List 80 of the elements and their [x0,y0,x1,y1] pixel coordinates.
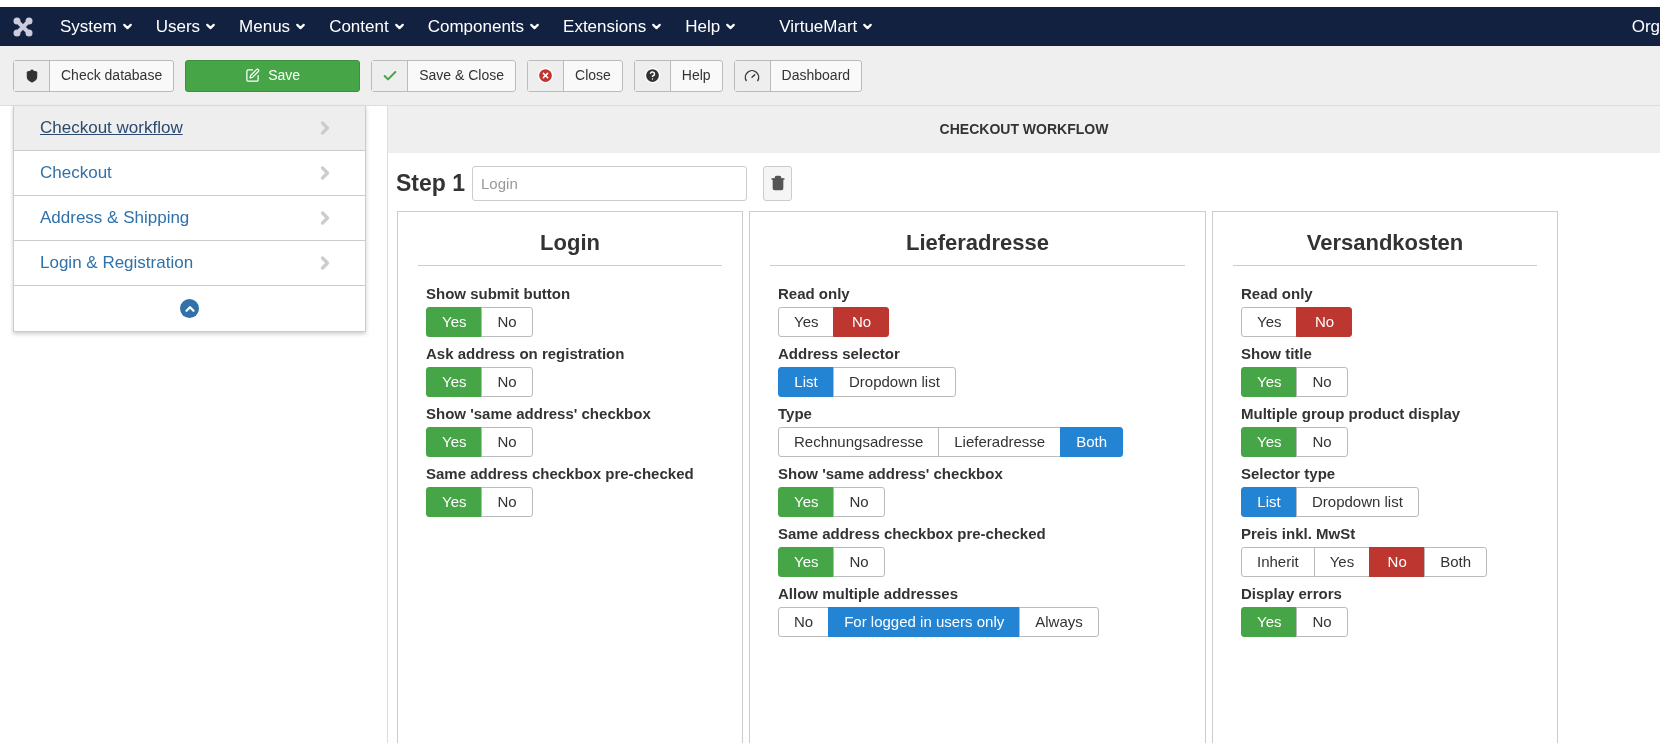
toggle-option[interactable]: No [778,607,830,637]
shield-icon [24,68,39,83]
nav-menu[interactable]: Users [155,13,218,40]
sidebar-link[interactable]: Checkout [40,160,112,186]
field-label: Multiple group product display [1241,405,1462,423]
step-label: Step 1 [396,168,466,198]
logo-icon [12,15,34,38]
toggle-option[interactable]: No [481,367,533,397]
toggle-option[interactable]: For logged in users only [828,607,1021,637]
sidebar-item[interactable]: Checkout [14,151,365,196]
help-icon [643,67,661,84]
section-header: CHECKOUT WORKFLOW [388,106,1660,153]
field-label: Address selector [778,345,901,363]
toggle-option[interactable]: Dropdown list [1296,487,1419,517]
toggle-option[interactable]: No [1296,307,1353,337]
sidebar-link[interactable]: Address & Shipping [40,205,190,231]
toggle-option[interactable]: No [1296,427,1348,457]
toggle-option[interactable]: No [1369,547,1426,577]
toolbar-button[interactable]: Save & Close [371,59,516,92]
panel-title: Lieferadresse [770,212,1185,266]
trash-icon [769,175,786,191]
toggle-option[interactable]: Yes [1241,307,1298,337]
nav-right-text[interactable]: Org [1631,13,1660,40]
close-icon [537,67,554,84]
toggle-option[interactable]: No [833,547,885,577]
nav-menu[interactable]: Components [427,13,542,40]
toggle-option[interactable]: No [1296,367,1348,397]
toggle-option[interactable]: Both [1060,427,1123,457]
toggle-option[interactable]: Yes [1313,547,1371,577]
toggle-option[interactable]: No [481,487,533,517]
toggle-option[interactable]: Inherit [1241,547,1315,577]
field-label: Show submit button [426,285,572,303]
toggle-option[interactable]: List [778,367,834,397]
toggle-option[interactable]: No [481,427,533,457]
field-label: Preis inkl. MwSt [1241,525,1357,543]
field-label: Type [778,405,813,423]
toggle-option[interactable]: No [833,307,890,337]
toolbar-button[interactable]: Dashboard [733,59,863,92]
toggle-option[interactable]: Both [1424,547,1488,577]
gauge-icon [744,67,761,84]
toggle-option[interactable]: No [481,307,533,337]
sidebar-item[interactable]: Checkout workflow [14,106,365,151]
toggle-option[interactable]: Lieferadresse [938,427,1062,457]
nav-menu[interactable]: Content [329,13,406,40]
field-label: Same address checkbox pre-checked [426,465,695,483]
field-label: Show title [1241,345,1313,363]
field-label: Same address checkbox pre-checked [778,525,1047,543]
sidebar-item[interactable]: Login & Registration [14,241,365,286]
field-label: Selector type [1241,465,1337,483]
toggle-option[interactable]: Always [1019,607,1099,637]
toggle-option[interactable]: No [833,487,885,517]
panel-title: Login [418,212,722,266]
toolbar-button[interactable]: Help [633,59,723,92]
toolbar-button[interactable]: Close [527,59,623,92]
edit-icon [245,68,261,83]
field-label: Show 'same address' checkbox [778,465,1004,483]
step-name-field[interactable]: Login [472,165,748,201]
field-label: Show 'same address' checkbox [426,405,652,423]
field-label: Display errors [1241,585,1343,603]
field-label: Read only [1241,285,1314,303]
sidebar-link[interactable]: Checkout workflow [40,115,183,141]
field-label: Allow multiple addresses [778,585,960,603]
collapse-icon[interactable] [180,299,199,318]
nav-menu[interactable]: System [60,13,134,40]
sidebar-item[interactable]: Address & Shipping [14,196,365,241]
field-label: Ask address on registration [426,345,626,363]
nav-menu[interactable]: VirtueMart [779,13,875,40]
toggle-option[interactable]: Yes [778,307,835,337]
toggle-option[interactable]: List [1241,487,1297,517]
toolbar-button[interactable]: Check database [13,59,175,92]
toggle-option[interactable]: Dropdown list [833,367,956,397]
nav-menu[interactable]: Extensions [563,13,664,40]
toggle-option[interactable]: No [1296,607,1348,637]
nav-menu[interactable]: Help [685,13,738,40]
sidebar-link[interactable]: Login & Registration [40,250,194,276]
toggle-option[interactable]: Rechnungsadresse [778,427,940,457]
delete-button[interactable] [763,165,793,201]
nav-menu[interactable]: Menus [239,13,308,40]
field-label: Read only [778,285,851,303]
panel-title: Versandkosten [1233,212,1537,266]
